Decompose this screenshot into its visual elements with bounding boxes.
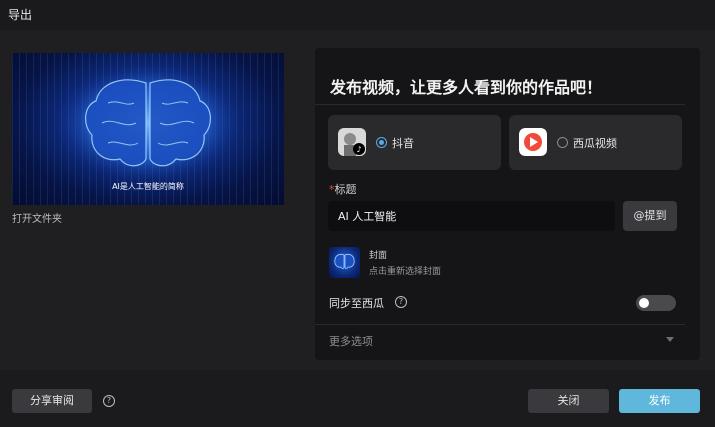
window-title: 导出 <box>8 8 33 22</box>
panel-divider <box>315 104 685 105</box>
window-titlebar: 导出 <box>0 0 715 30</box>
cover-thumbnail[interactable] <box>329 247 360 278</box>
share-review-button[interactable]: 分享审阅 <box>12 389 92 413</box>
publish-button[interactable]: 发布 <box>619 389 700 413</box>
close-button[interactable]: 关闭 <box>528 389 609 413</box>
sync-xigua-label: 同步至西瓜 <box>329 297 384 310</box>
cover-reselect-hint[interactable]: 点击重新选择封面 <box>369 264 441 277</box>
xigua-video-icon <box>519 128 547 156</box>
more-options[interactable]: 更多选项 <box>329 333 373 349</box>
sync-xigua-toggle[interactable] <box>636 295 676 311</box>
xigua-radio[interactable] <box>557 137 568 148</box>
video-preview[interactable]: AI是人工智能的简称 <box>12 53 284 205</box>
title-input[interactable] <box>328 201 615 231</box>
share-help-icon[interactable]: ? <box>103 395 115 407</box>
svg-text:♪: ♪ <box>356 145 361 154</box>
open-folder-link[interactable]: 打开文件夹 <box>12 210 62 225</box>
more-divider <box>315 324 685 325</box>
platform-option-douyin[interactable]: ♪ 抖音 <box>328 115 501 170</box>
preview-caption: AI是人工智能的简称 <box>112 182 184 191</box>
platform-option-xigua[interactable]: 西瓜视频 <box>509 115 682 170</box>
cover-label: 封面 <box>369 251 388 261</box>
chevron-down-icon[interactable] <box>666 337 674 342</box>
toggle-knob <box>639 298 649 308</box>
xigua-label: 西瓜视频 <box>573 137 617 150</box>
mention-button[interactable]: @提到 <box>623 201 677 231</box>
title-label: *标题 <box>329 181 357 197</box>
publish-heading: 发布视频，让更多人看到你的作品吧！ <box>330 78 603 97</box>
douyin-radio[interactable] <box>376 137 387 148</box>
douyin-label: 抖音 <box>392 137 414 150</box>
title-label-text: 标题 <box>334 183 357 196</box>
douyin-avatar-icon: ♪ <box>338 128 366 156</box>
sync-help-icon[interactable]: ? <box>395 296 407 308</box>
